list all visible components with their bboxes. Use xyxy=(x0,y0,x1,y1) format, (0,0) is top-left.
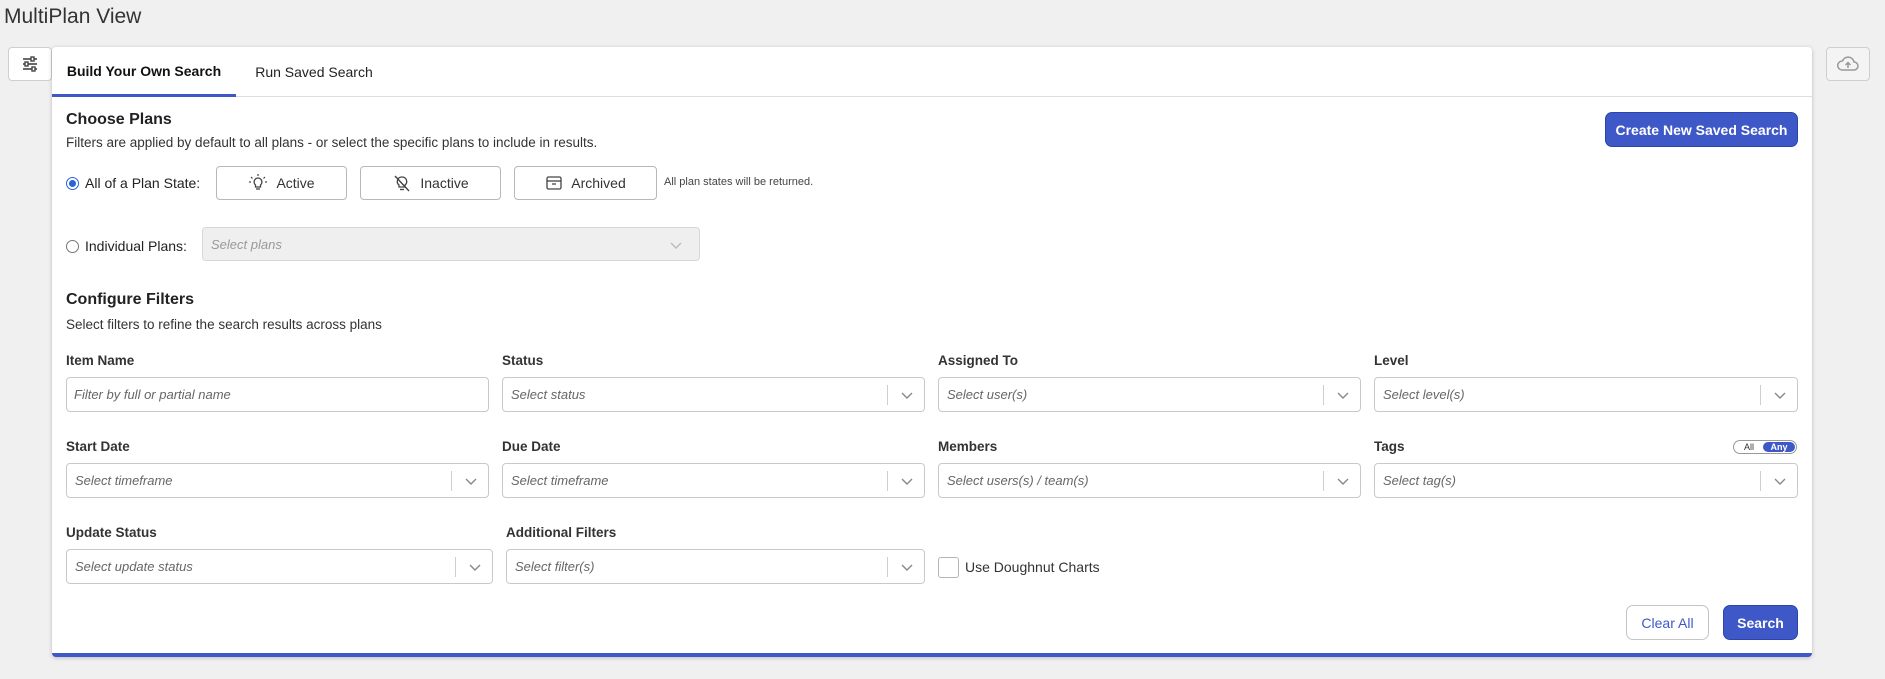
start-date-label: Start Date xyxy=(66,439,130,454)
chevron-down-icon xyxy=(1774,392,1786,399)
plans-select: Select plans xyxy=(202,227,700,261)
tab-bar: Build Your Own Search Run Saved Search xyxy=(52,47,1812,97)
choose-plans-heading: Choose Plans xyxy=(66,111,172,128)
filter-toggle-button[interactable] xyxy=(8,47,52,81)
cloud-upload-button[interactable] xyxy=(1826,47,1870,81)
due-date-label: Due Date xyxy=(502,439,561,454)
choose-plans-description: Filters are applied by default to all pl… xyxy=(66,135,598,150)
lightbulb-off-icon xyxy=(394,175,410,192)
inactive-state-button[interactable]: Inactive xyxy=(360,166,501,200)
archive-box-icon xyxy=(546,176,562,190)
plan-state-radio-row[interactable]: All of a Plan State: xyxy=(66,175,200,191)
members-label: Members xyxy=(938,439,998,454)
plan-state-note: All plan states will be returned. xyxy=(664,176,814,188)
additional-filters-select[interactable]: Select filter(s) xyxy=(506,549,925,584)
plan-state-label: All of a Plan State: xyxy=(85,175,201,191)
plan-state-radio[interactable] xyxy=(66,176,79,190)
item-name-label: Item Name xyxy=(66,353,135,368)
tags-match-toggle[interactable]: All Any xyxy=(1733,440,1797,454)
search-button[interactable]: Search xyxy=(1723,605,1798,640)
individual-plans-radio[interactable] xyxy=(66,239,79,253)
doughnut-charts-label: Use Doughnut Charts xyxy=(965,559,1100,575)
update-status-select[interactable]: Select update status xyxy=(66,549,493,584)
status-label: Status xyxy=(502,353,544,368)
individual-plans-radio-row[interactable]: Individual Plans: xyxy=(66,238,187,254)
members-placeholder: Select users(s) / team(s) xyxy=(947,473,1089,488)
configure-filters-description: Select filters to refine the search resu… xyxy=(66,317,382,332)
sliders-icon xyxy=(23,56,37,72)
active-state-label: Active xyxy=(276,175,315,191)
assigned-to-label: Assigned To xyxy=(938,353,1019,368)
search-panel: Build Your Own Search Run Saved Search C… xyxy=(52,47,1812,657)
status-placeholder: Select status xyxy=(511,387,586,402)
tags-toggle-any[interactable]: Any xyxy=(1763,442,1795,452)
update-status-label: Update Status xyxy=(66,525,157,540)
chevron-down-icon xyxy=(1337,392,1349,399)
configure-filters-heading: Configure Filters xyxy=(66,291,195,308)
chevron-down-icon xyxy=(1337,478,1349,485)
assigned-to-select[interactable]: Select user(s) xyxy=(938,377,1361,412)
item-name-placeholder: Filter by full or partial name xyxy=(74,387,231,402)
additional-filters-label: Additional Filters xyxy=(506,525,617,540)
start-date-select[interactable]: Select timeframe xyxy=(66,463,489,498)
assigned-to-placeholder: Select user(s) xyxy=(947,387,1028,402)
archived-state-label: Archived xyxy=(571,175,626,191)
tags-select[interactable]: Select tag(s) xyxy=(1374,463,1798,498)
chevron-down-icon xyxy=(901,392,913,399)
chevron-down-icon xyxy=(901,478,913,485)
due-date-placeholder: Select timeframe xyxy=(511,473,609,488)
tags-label: Tags xyxy=(1374,439,1405,454)
chevron-down-icon xyxy=(901,564,913,571)
archived-state-button[interactable]: Archived xyxy=(514,166,657,200)
cloud-upload-icon xyxy=(1837,56,1859,71)
chevron-down-icon xyxy=(465,478,477,485)
inactive-state-label: Inactive xyxy=(420,175,469,191)
tags-placeholder: Select tag(s) xyxy=(1383,473,1456,488)
lightbulb-icon xyxy=(249,174,268,190)
individual-plans-label: Individual Plans: xyxy=(85,238,187,254)
additional-filters-placeholder: Select filter(s) xyxy=(515,559,595,574)
level-select[interactable]: Select level(s) xyxy=(1374,377,1798,412)
clear-all-button[interactable]: Clear All xyxy=(1626,605,1709,640)
item-name-input[interactable]: Filter by full or partial name xyxy=(66,377,489,412)
chevron-down-icon xyxy=(1774,478,1786,485)
members-select[interactable]: Select users(s) / team(s) xyxy=(938,463,1361,498)
level-label: Level xyxy=(1374,353,1409,368)
status-select[interactable]: Select status xyxy=(502,377,925,412)
page-title: MultiPlan View xyxy=(4,5,142,28)
chevron-down-icon xyxy=(670,242,682,249)
active-state-button[interactable]: Active xyxy=(216,166,347,200)
update-status-placeholder: Select update status xyxy=(75,559,193,574)
due-date-select[interactable]: Select timeframe xyxy=(502,463,925,498)
tab-run-saved-search[interactable]: Run Saved Search xyxy=(244,47,384,97)
level-placeholder: Select level(s) xyxy=(1383,387,1465,402)
tab-build-search[interactable]: Build Your Own Search xyxy=(52,47,236,97)
start-date-placeholder: Select timeframe xyxy=(75,473,173,488)
doughnut-charts-checkbox[interactable] xyxy=(938,557,959,578)
create-saved-search-button[interactable]: Create New Saved Search xyxy=(1605,112,1798,147)
chevron-down-icon xyxy=(469,564,481,571)
plans-select-placeholder: Select plans xyxy=(211,237,282,252)
tags-toggle-all[interactable]: All xyxy=(1744,442,1754,452)
